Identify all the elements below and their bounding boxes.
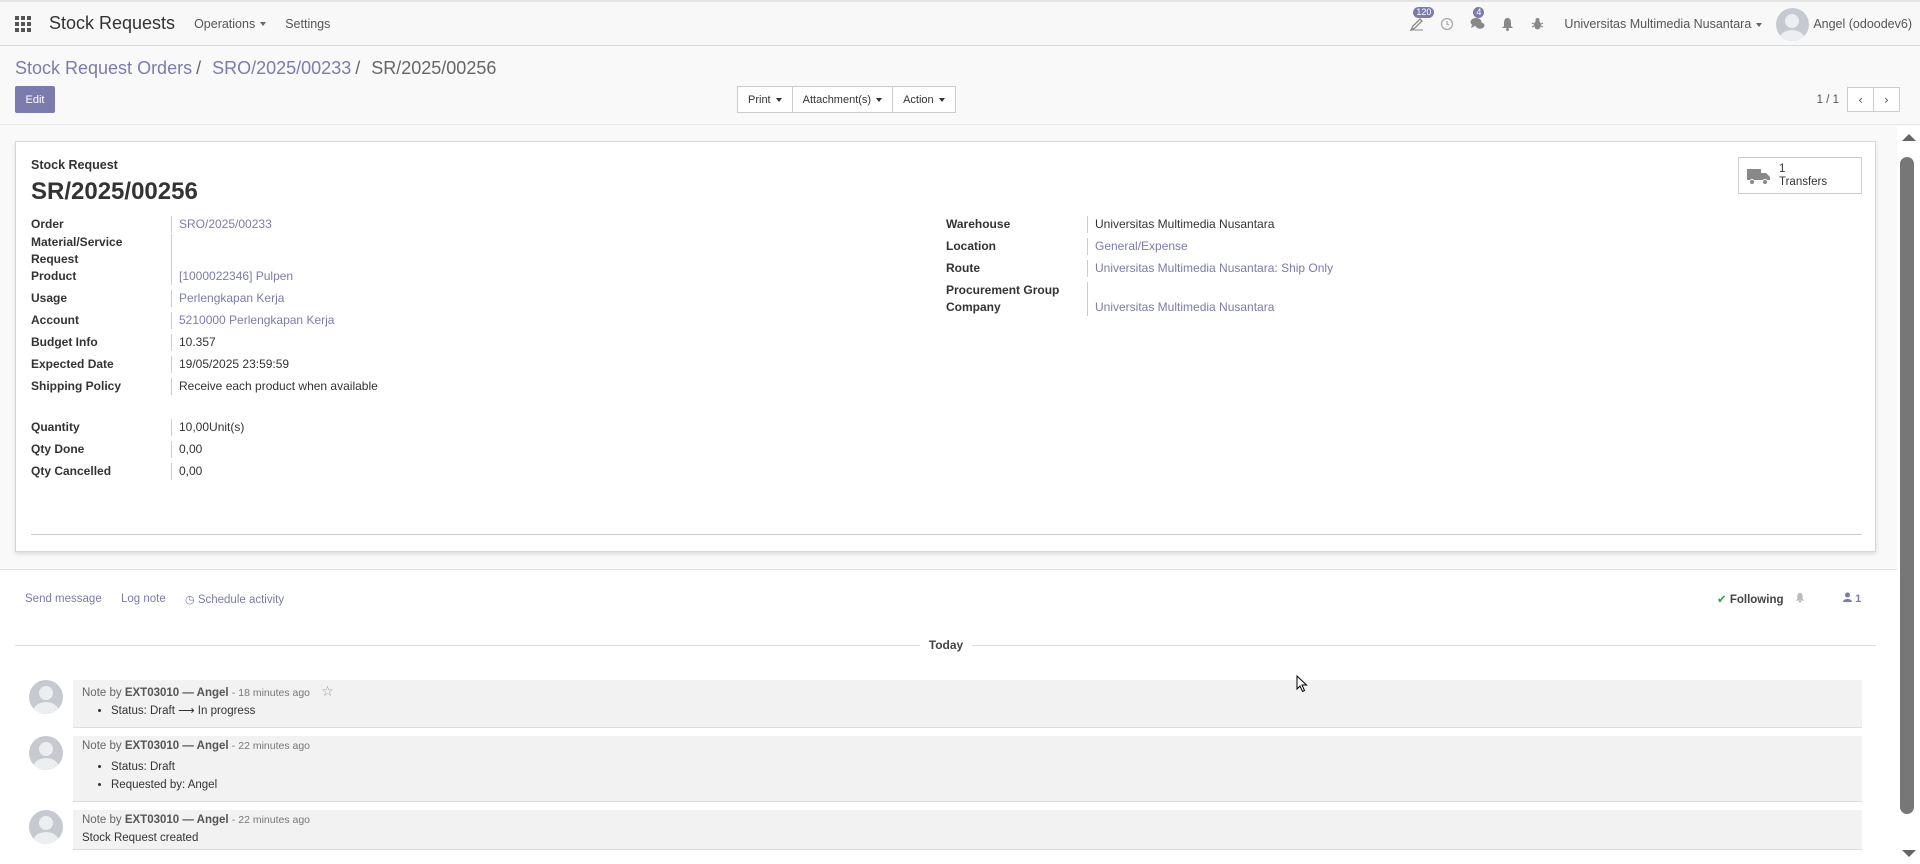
activity-edit-icon[interactable]: 120 <box>1409 7 1435 32</box>
user-name: Angel (odoodev6) <box>1813 17 1912 31</box>
chatter-message: Note by EXT03010 — Angel - 22 minutes ag… <box>15 810 1862 850</box>
edit-button[interactable]: Edit <box>15 86 55 113</box>
scroll-thumb[interactable] <box>1900 157 1914 814</box>
pager-next-button[interactable]: › <box>1873 87 1900 112</box>
message-avatar <box>29 680 63 714</box>
field-location: Location General/Expense <box>946 238 1188 255</box>
field-qty-cancelled: Qty Cancelled 0,00 <box>31 463 203 480</box>
field-expected-date: Expected Date 19/05/2025 23:59:59 <box>31 356 290 373</box>
attachments-button[interactable]: Attachment(s) <box>791 86 894 113</box>
form-subtitle: Stock Request <box>31 158 118 172</box>
send-message-button[interactable]: Send message <box>25 593 102 605</box>
form-divider <box>31 534 1862 535</box>
star-icon[interactable]: ☆ <box>321 684 334 700</box>
breadcrumb-order[interactable]: SRO/2025/00233 <box>212 58 351 78</box>
field-qty-done: Qty Done 0,00 <box>31 441 203 458</box>
form-sheet: Stock Request SR/2025/00256 1 Transfers … <box>15 141 1876 552</box>
user-icon <box>1843 592 1852 602</box>
follower-notification-bell-icon[interactable] <box>1795 592 1805 606</box>
followers-button[interactable]: 1 <box>1843 592 1861 605</box>
action-button[interactable]: Action <box>892 86 956 113</box>
form-area: Stock Request SR/2025/00256 1 Transfers … <box>0 124 1920 569</box>
message-author[interactable]: EXT03010 — Angel <box>125 814 229 826</box>
field-shipping-policy: Shipping Policy Receive each product whe… <box>31 378 378 395</box>
message-time: - 22 minutes ago <box>231 814 311 826</box>
message-line: Requested by: Angel <box>111 776 217 794</box>
account-link[interactable]: 5210000 Perlengkapan Kerja <box>172 312 334 329</box>
message-line: Status: Draft ⟶ In progress <box>111 702 255 720</box>
chatter-message: Note by EXT03010 — Angel - 18 minutes ag… <box>15 680 1862 728</box>
transfers-count: 1 <box>1779 162 1786 175</box>
transfers-smart-button[interactable]: 1 Transfers <box>1738 157 1862 194</box>
field-order: Order SRO/2025/00233 <box>31 216 272 233</box>
pager: 1 / 1 ‹ › <box>1817 87 1900 112</box>
message-author[interactable]: EXT03010 — Angel <box>125 687 229 699</box>
activity-count-badge: 120 <box>1413 7 1435 18</box>
breadcrumb-stock-request-orders[interactable]: Stock Request Orders <box>15 58 192 78</box>
field-company: Company Universitas Multimedia Nusantara <box>946 299 1275 316</box>
mouse-cursor-icon <box>1296 674 1308 696</box>
user-avatar <box>1776 7 1810 41</box>
field-usage: Usage Perlengkapan Kerja <box>31 290 285 307</box>
scroll-down-arrow-icon[interactable] <box>1902 850 1916 857</box>
user-menu[interactable]: Angel (odoodev6) <box>1776 7 1912 41</box>
clock-icon: ◷ <box>185 593 195 606</box>
pager-previous-button[interactable]: ‹ <box>1847 87 1874 112</box>
field-budget-info: Budget Info 10.357 <box>31 334 216 351</box>
field-procurement-group: Procurement Group <box>946 282 1095 299</box>
message-author[interactable]: EXT03010 — Angel <box>125 740 229 752</box>
order-link[interactable]: SRO/2025/00233 <box>172 216 272 233</box>
message-time: - 22 minutes ago <box>231 740 311 752</box>
product-link[interactable]: [1000022346] Pulpen <box>172 268 293 285</box>
truck-icon <box>1747 168 1771 185</box>
field-warehouse: Warehouse Universitas Multimedia Nusanta… <box>946 216 1275 233</box>
top-navbar: Stock Requests Operations Settings 120 4… <box>0 0 1920 46</box>
menu-settings[interactable]: Settings <box>285 17 330 31</box>
debug-bug-icon[interactable] <box>1529 16 1545 32</box>
menu-operations[interactable]: Operations <box>194 17 267 31</box>
message-avatar <box>29 810 63 844</box>
message-avatar <box>29 736 63 770</box>
breadcrumb-current: SR/2025/00256 <box>371 58 497 78</box>
date-separator-label: Today <box>920 638 972 652</box>
chatter: Send message Log note ◷ Schedule activit… <box>0 569 1920 864</box>
field-material-service-request: Material/Service Request <box>31 234 179 268</box>
company-switcher[interactable]: Universitas Multimedia Nusantara <box>1564 17 1763 31</box>
vertical-scrollbar[interactable] <box>1897 126 1920 864</box>
location-link[interactable]: General/Expense <box>1088 238 1188 255</box>
message-time: - 18 minutes ago <box>231 687 311 699</box>
field-product: Product [1000022346] Pulpen <box>31 268 294 285</box>
transfers-label: Transfers <box>1779 175 1828 188</box>
pager-value[interactable]: 1 / 1 <box>1817 94 1839 106</box>
company-link[interactable]: Universitas Multimedia Nusantara <box>1088 299 1274 316</box>
print-button[interactable]: Print <box>737 86 793 113</box>
chatter-message: Note by EXT03010 — Angel - 22 minutes ag… <box>15 736 1862 802</box>
field-account: Account 5210000 Perlengkapan Kerja <box>31 312 335 329</box>
apps-menu-icon[interactable] <box>15 15 31 32</box>
field-route: Route Universitas Multimedia Nusantara: … <box>946 260 1334 277</box>
message-text: Stock Request created <box>82 832 199 844</box>
log-note-button[interactable]: Log note <box>121 593 166 605</box>
schedule-activity-button[interactable]: ◷ Schedule activity <box>185 593 284 606</box>
breadcrumb: Stock Request Orders / SRO/2025/00233/ SR… <box>15 58 497 78</box>
field-quantity: Quantity 10,00Unit(s) <box>31 419 245 436</box>
scroll-up-arrow-icon[interactable] <box>1902 134 1916 141</box>
usage-link[interactable]: Perlengkapan Kerja <box>172 290 284 307</box>
route-link[interactable]: Universitas Multimedia Nusantara: Ship O… <box>1088 260 1333 277</box>
clock-icon[interactable] <box>1439 16 1455 32</box>
app-title[interactable]: Stock Requests <box>49 13 175 34</box>
action-button-group: Print Attachment(s) Action <box>737 86 956 113</box>
message-line: Status: Draft <box>111 758 217 776</box>
following-button[interactable]: ✔ Following <box>1717 592 1784 606</box>
messages-icon[interactable]: 4 <box>1469 7 1485 32</box>
form-title: SR/2025/00256 <box>31 178 198 205</box>
bell-icon[interactable] <box>1499 16 1515 32</box>
check-icon: ✔ <box>1717 592 1727 606</box>
